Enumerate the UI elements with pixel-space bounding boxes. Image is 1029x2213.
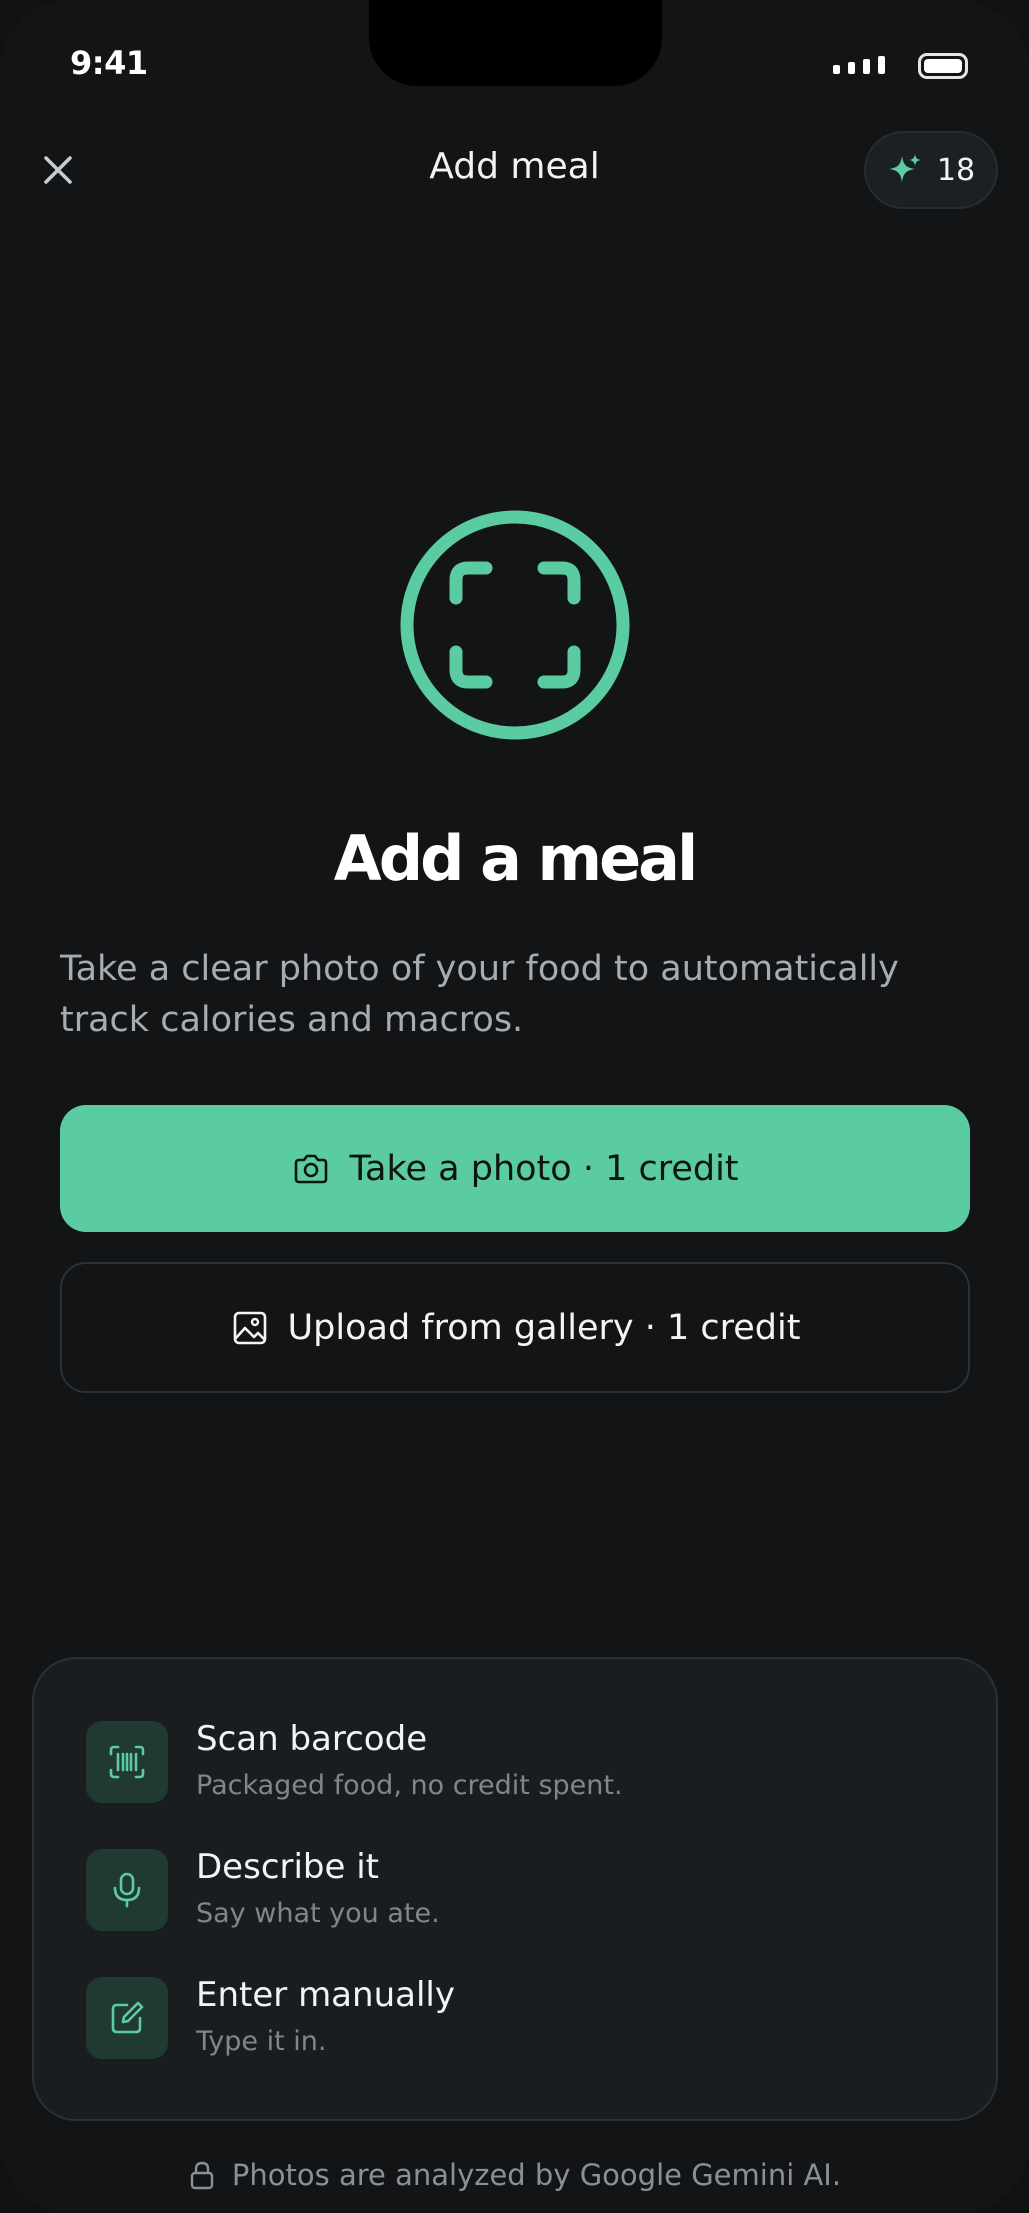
option-scan-barcode[interactable]: Scan barcode Packaged food, no credit sp… (86, 1719, 946, 1821)
close-button[interactable] (34, 146, 82, 194)
alternative-options-card: Scan barcode Packaged food, no credit sp… (32, 1657, 998, 2121)
take-photo-label: Take a photo · 1 credit (349, 1148, 739, 1189)
take-photo-button[interactable]: Take a photo · 1 credit (60, 1105, 970, 1232)
image-icon (233, 1311, 266, 1344)
option-subtitle: Type it in. (196, 2026, 327, 2057)
option-describe-it[interactable]: Describe it Say what you ate. (86, 1847, 946, 1949)
app-screen: 9:41 Add meal 18 Add a meal Take a clear… (0, 0, 1029, 2213)
option-title: Enter manually (196, 1975, 455, 2015)
hero-description: Take a clear photo of your food to autom… (60, 949, 899, 1040)
footer-note-text: Photos are analyzed by Google Gemini AI. (231, 2158, 842, 2192)
option-title: Describe it (196, 1847, 380, 1887)
sparkles-icon (888, 154, 921, 182)
option-subtitle: Packaged food, no credit spent. (196, 1770, 623, 1801)
option-icon-tile (86, 1977, 168, 2059)
close-icon (44, 156, 72, 184)
battery-icon (918, 53, 968, 79)
status-time: 9:41 (70, 44, 148, 82)
option-icon-tile (86, 1721, 168, 1803)
dynamic-island (369, 0, 662, 86)
barcode-icon (109, 1745, 145, 1779)
microphone-icon (113, 1872, 141, 1908)
credits-count: 18 (936, 152, 976, 188)
upload-gallery-label: Upload from gallery · 1 credit (287, 1307, 801, 1348)
signal-icon (833, 56, 885, 74)
scan-frame-icon (400, 510, 630, 740)
option-subtitle: Say what you ate. (196, 1898, 440, 1929)
option-icon-tile (86, 1849, 168, 1931)
lock-icon (190, 2161, 214, 2190)
upload-gallery-button[interactable]: Upload from gallery · 1 credit (60, 1262, 970, 1393)
hero-title: Add a meal (333, 822, 699, 895)
credits-badge[interactable]: 18 (864, 131, 998, 209)
option-title: Scan barcode (196, 1719, 428, 1759)
footer-note: Photos are analyzed by Google Gemini AI. (0, 2158, 1029, 2192)
option-enter-manually[interactable]: Enter manually Type it in. (86, 1975, 946, 2077)
edit-icon (111, 2001, 144, 2034)
camera-icon (295, 1154, 328, 1183)
